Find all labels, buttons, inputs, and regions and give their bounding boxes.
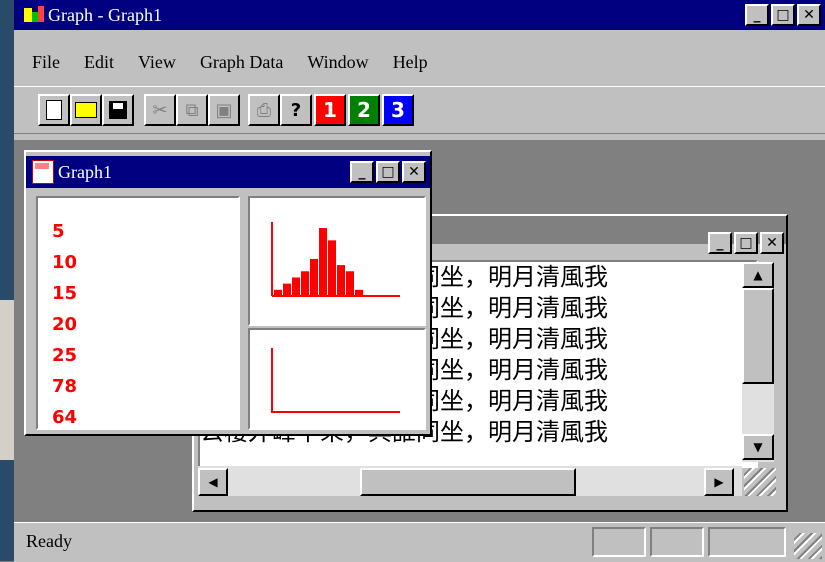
arrow-up-icon: ▲ — [753, 268, 763, 282]
maximize-button[interactable]: □ — [771, 4, 795, 26]
menu-file[interactable]: File — [20, 52, 72, 73]
arrow-right-icon: ▶ — [714, 475, 724, 489]
cut-button[interactable]: ✂ — [144, 94, 176, 126]
chart-bar — [283, 283, 291, 296]
document-icon — [32, 160, 54, 184]
printer-icon: ⎙ — [256, 99, 272, 121]
app-window: Graph - Graph1 _ □ ✕ File Edit View Grap… — [14, 0, 825, 562]
graph-window-titlebar[interactable]: Graph1 _ □ ✕ — [26, 156, 430, 188]
save-button[interactable] — [102, 94, 134, 126]
menu-bar: File Edit View Graph Data Window Help — [20, 52, 440, 73]
save-disk-icon — [109, 101, 127, 119]
data-value: 78 — [52, 376, 78, 397]
app-icon — [24, 6, 44, 24]
maximize-icon: □ — [381, 164, 395, 180]
text-minimize-button[interactable]: _ — [708, 232, 732, 254]
status-panel — [708, 527, 786, 557]
copy-button[interactable]: ⧉ — [176, 94, 208, 126]
chart-bar — [337, 265, 345, 296]
copy-icon: ⧉ — [185, 99, 199, 121]
bar-chart-pane[interactable] — [248, 196, 426, 326]
graph-2-button[interactable]: 2 — [348, 94, 380, 126]
close-icon: ✕ — [408, 164, 420, 180]
close-icon: ✕ — [766, 235, 778, 251]
scissors-icon: ✂ — [152, 99, 168, 121]
menu-help[interactable]: Help — [381, 52, 440, 73]
chart-bar — [328, 240, 336, 296]
data-values-pane[interactable]: 5 10 15 20 25 78 64 — [36, 196, 240, 430]
text-close-button[interactable]: ✕ — [760, 232, 784, 254]
line-chart-pane[interactable] — [248, 328, 426, 430]
chart-bar — [292, 277, 300, 296]
graph-minimize-button[interactable]: _ — [350, 161, 374, 183]
horizontal-scroll-thumb[interactable] — [360, 468, 576, 496]
paste-icon: ▣ — [215, 99, 233, 121]
chart-bar — [346, 271, 354, 296]
status-panel — [592, 527, 646, 557]
print-button[interactable]: ⎙ — [248, 94, 280, 126]
menu-edit[interactable]: Edit — [72, 52, 126, 73]
data-value: 10 — [52, 252, 78, 273]
data-value: 15 — [52, 283, 78, 304]
bar-chart — [271, 222, 400, 297]
maximize-icon: □ — [739, 235, 753, 251]
chart-bar — [301, 271, 309, 296]
scroll-left-button[interactable]: ◀ — [198, 468, 228, 496]
graph-1-button[interactable]: 1 — [314, 94, 346, 126]
open-button[interactable] — [70, 94, 102, 126]
help-button[interactable]: ? — [280, 94, 312, 126]
maximize-icon: □ — [776, 7, 790, 23]
menu-view[interactable]: View — [126, 52, 188, 73]
arrow-left-icon: ◀ — [208, 475, 218, 489]
minimize-button[interactable]: _ — [745, 4, 769, 26]
graph-maximize-button[interactable]: □ — [376, 161, 400, 183]
size-grip-icon[interactable] — [794, 533, 822, 559]
menu-graph-data[interactable]: Graph Data — [188, 52, 295, 73]
close-button[interactable]: ✕ — [797, 4, 821, 26]
size-grip-icon[interactable] — [744, 468, 776, 496]
chart-bar — [310, 258, 318, 296]
data-value: 25 — [52, 345, 78, 366]
status-panel — [650, 527, 704, 557]
data-value: 5 — [52, 221, 65, 242]
status-bar: Ready — [14, 522, 825, 562]
arrow-down-icon: ▼ — [753, 440, 763, 454]
new-button[interactable] — [38, 94, 70, 126]
vertical-scroll-thumb[interactable] — [742, 288, 774, 384]
line-chart — [271, 348, 400, 413]
graph-window: Graph1 _ □ ✕ 5 10 15 20 25 78 64 — [24, 150, 432, 436]
scroll-up-button[interactable]: ▲ — [742, 262, 774, 288]
status-text: Ready — [26, 531, 72, 551]
text-maximize-button[interactable]: □ — [734, 232, 758, 254]
graph-window-title: Graph1 — [58, 161, 112, 182]
open-folder-icon — [75, 102, 97, 118]
menu-window[interactable]: Window — [295, 52, 380, 73]
desktop-background — [0, 0, 14, 561]
chart-bar — [319, 228, 327, 296]
app-titlebar[interactable]: Graph - Graph1 _ □ ✕ — [14, 0, 825, 30]
graph-3-button[interactable]: 3 — [382, 94, 414, 126]
graph-close-button[interactable]: ✕ — [402, 161, 426, 183]
paste-button[interactable]: ▣ — [208, 94, 240, 126]
help-question-icon: ? — [290, 99, 302, 121]
toolbar — [14, 86, 825, 134]
data-value: 64 — [52, 407, 78, 428]
scroll-down-button[interactable]: ▼ — [742, 434, 774, 460]
minimize-icon: _ — [358, 164, 366, 180]
data-value: 20 — [52, 314, 78, 335]
new-document-icon — [46, 100, 62, 120]
app-title: Graph - Graph1 — [48, 4, 162, 25]
minimize-icon: _ — [753, 7, 761, 23]
scroll-right-button[interactable]: ▶ — [704, 468, 734, 496]
close-icon: ✕ — [803, 7, 815, 23]
minimize-icon: _ — [716, 235, 724, 251]
desktop-window-edge — [0, 300, 14, 460]
